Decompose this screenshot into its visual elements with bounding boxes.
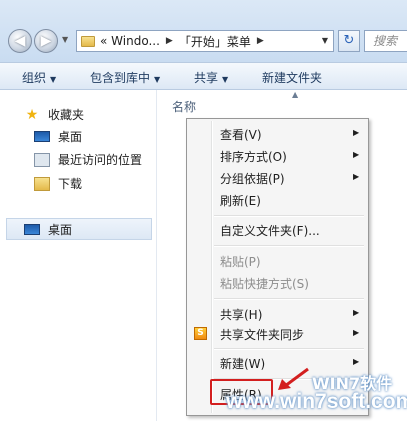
desktop-icon xyxy=(24,224,40,235)
address-area: ◀ ▶ ▼ « Windo... ▶ 「开始」菜单 ▶ ▼ ↻ 搜索 xyxy=(0,0,407,62)
address-bar[interactable]: « Windo... ▶ 「开始」菜单 ▶ ▼ xyxy=(76,30,334,52)
back-button[interactable]: ◀ xyxy=(8,29,32,53)
recent-places-icon xyxy=(34,152,50,167)
watermark-url: www.win7soft.com xyxy=(226,390,407,413)
include-library-button[interactable]: 包含到库中 ▼ xyxy=(90,69,160,86)
submenu-arrow-icon: ▶ xyxy=(353,128,360,137)
search-input[interactable]: 搜索 xyxy=(364,30,407,52)
submenu-arrow-icon: ▶ xyxy=(353,308,360,317)
sort-up-icon: ▲ xyxy=(292,90,299,99)
menu-item-view[interactable]: 查看(V) ▶ xyxy=(187,123,368,145)
menu-item-refresh[interactable]: 刷新(E) xyxy=(187,189,368,211)
address-dropdown-icon[interactable]: ▼ xyxy=(317,31,333,51)
star-icon: ★ xyxy=(25,106,39,123)
sidebar-item-desktop-root[interactable]: 桌面 xyxy=(24,221,72,238)
sidebar-item-recent[interactable]: 最近访问的位置 xyxy=(34,151,142,168)
menu-item-shared-folder-sync[interactable]: S 共享文件夹同步 ▶ xyxy=(187,323,368,345)
menu-separator xyxy=(214,245,364,247)
menu-item-paste: 粘贴(P) xyxy=(220,255,261,269)
new-folder-button[interactable]: 新建文件夹 xyxy=(262,69,322,86)
breadcrumb-segment[interactable]: 「开始」菜单 xyxy=(179,33,251,50)
menu-item-share-with[interactable]: 共享(H) ▶ xyxy=(187,303,368,325)
chevron-down-icon: ▼ xyxy=(222,75,229,84)
menu-item-sort-by[interactable]: 排序方式(O) ▶ xyxy=(187,145,368,167)
organize-button[interactable]: 组织 ▼ xyxy=(22,69,56,86)
desktop-icon xyxy=(34,131,50,142)
sync-icon: S xyxy=(194,327,207,340)
menu-item-paste-shortcut: 粘贴快捷方式(S) xyxy=(220,277,309,291)
submenu-arrow-icon: ▶ xyxy=(353,150,360,159)
command-bar: 组织 ▼ 包含到库中 ▼ 共享 ▼ 新建文件夹 xyxy=(0,62,407,90)
column-header-name[interactable]: 名称 xyxy=(172,98,196,115)
submenu-arrow-icon: ▶ xyxy=(353,328,360,337)
menu-item-customize-folder[interactable]: 自定义文件夹(F)... xyxy=(187,219,368,241)
share-button[interactable]: 共享 ▼ xyxy=(194,69,228,86)
menu-item-group-by[interactable]: 分组依据(P) ▶ xyxy=(187,167,368,189)
menu-separator xyxy=(214,215,364,217)
recent-pages-dropdown[interactable]: ▼ xyxy=(62,35,68,44)
breadcrumb-chevron-icon[interactable]: ▶ xyxy=(257,36,264,46)
menu-separator xyxy=(214,348,364,350)
navigation-pane: ★ 收藏夹 桌面 最近访问的位置 下载 桌面 xyxy=(0,90,156,421)
submenu-arrow-icon: ▶ xyxy=(353,172,360,181)
chevron-down-icon: ▼ xyxy=(154,75,161,84)
breadcrumb-segment[interactable]: « Windo... xyxy=(100,34,160,48)
refresh-icon[interactable]: ↻ xyxy=(338,30,360,52)
pane-divider[interactable] xyxy=(156,90,157,421)
folder-icon xyxy=(81,35,95,47)
sidebar-item-desktop[interactable]: 桌面 xyxy=(34,128,82,145)
red-arrow-icon xyxy=(278,367,309,390)
chevron-down-icon: ▼ xyxy=(50,75,57,84)
menu-separator xyxy=(214,298,364,300)
forward-button[interactable]: ▶ xyxy=(34,29,58,53)
sidebar-item-downloads[interactable]: 下载 xyxy=(34,175,82,192)
downloads-folder-icon xyxy=(34,176,50,191)
sidebar-item-favorites[interactable]: ★ 收藏夹 xyxy=(24,106,84,123)
breadcrumb-chevron-icon[interactable]: ▶ xyxy=(166,36,173,46)
submenu-arrow-icon: ▶ xyxy=(353,357,360,366)
